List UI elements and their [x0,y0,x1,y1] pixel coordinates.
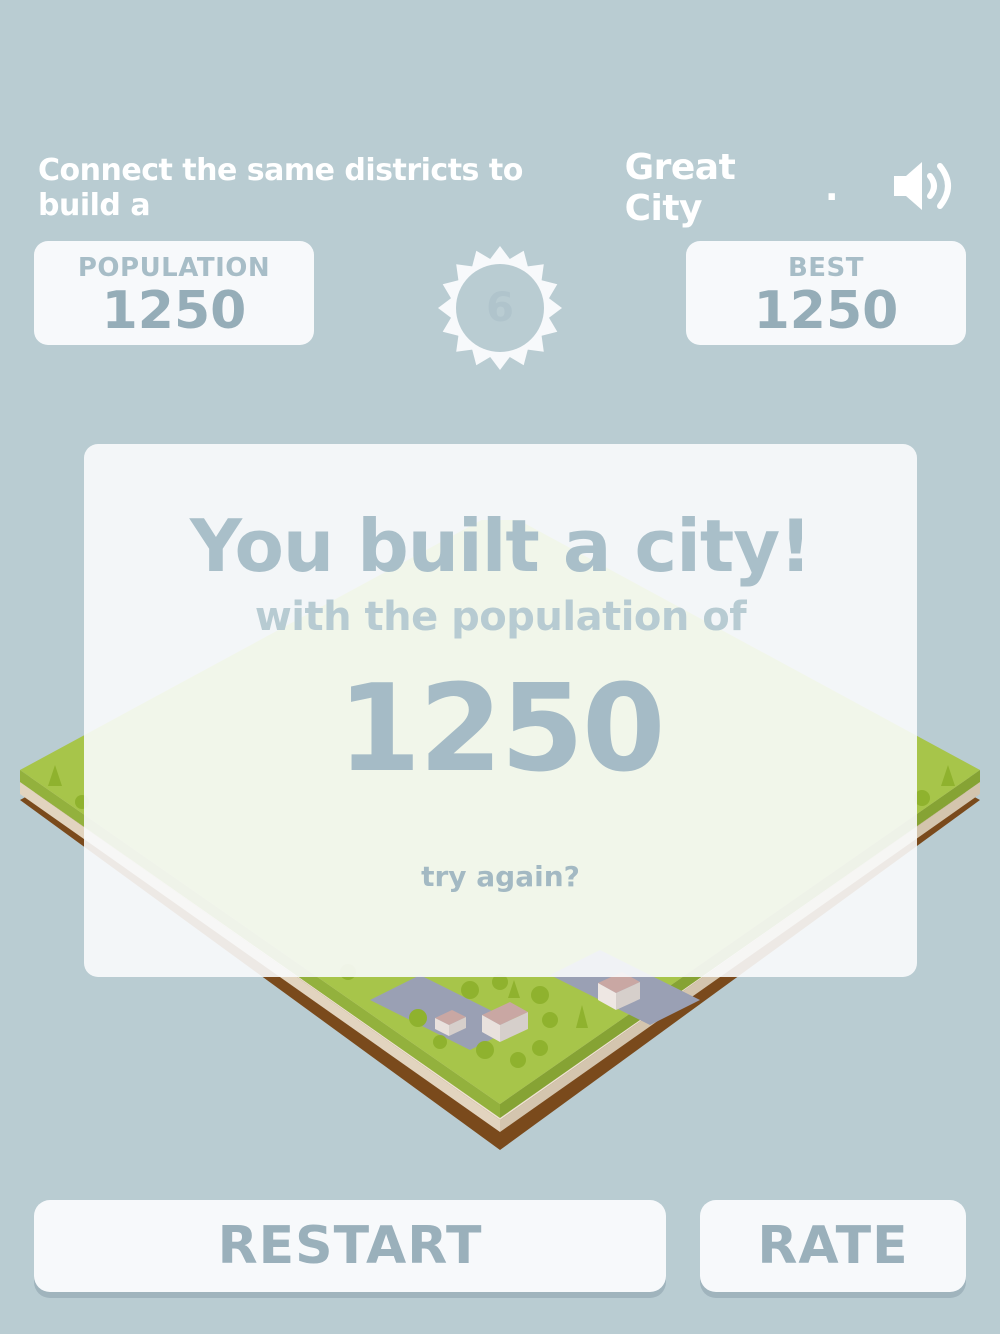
instruction-end: . [824,167,839,209]
best-box: BEST 1250 [686,241,966,345]
instruction-part1: Connect the same districts to build a [38,153,523,223]
sound-toggle-button[interactable] [888,158,960,214]
rate-button[interactable]: RATE [700,1200,966,1292]
population-value: 1250 [101,281,247,341]
try-again-link[interactable]: try again? [84,860,917,893]
result-title: You built a city! [189,504,812,588]
result-score: 1250 [337,660,666,799]
best-label: BEST [787,253,865,283]
speaker-on-icon [894,162,951,210]
result-panel: You built a city! with the population of… [84,444,917,977]
instruction-emphasis: Great City [624,147,736,229]
level-badge: 6 [436,244,564,372]
best-value: 1250 [753,281,899,341]
result-subtitle: with the population of [254,594,747,640]
population-label: POPULATION [77,253,271,283]
restart-button[interactable]: RESTART [34,1200,666,1292]
level-number: 6 [486,285,514,331]
instruction-text: Connect the same districts to build a Gr… [38,147,839,229]
population-box: POPULATION 1250 [34,241,314,345]
